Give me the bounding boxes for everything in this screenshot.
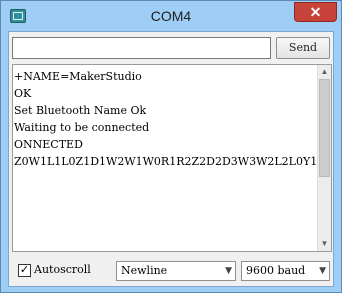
scroll-thumb[interactable] xyxy=(319,79,330,177)
output-line: ONNECTED xyxy=(14,138,83,151)
close-button[interactable]: ✕ xyxy=(294,2,337,22)
autoscroll-label: Autoscroll xyxy=(34,263,91,276)
baud-rate-select[interactable]: 9600 baud ▼ xyxy=(241,261,330,281)
send-button[interactable]: Send xyxy=(276,37,330,59)
serial-monitor-window: COM4 ✕ Send +NAME=MakerStudio OK Set Blu… xyxy=(0,0,342,293)
output-lines: +NAME=MakerStudio OK Set Bluetooth Name … xyxy=(13,65,318,251)
baud-rate-value: 9600 baud xyxy=(246,264,306,277)
send-input[interactable] xyxy=(12,37,271,59)
chevron-down-icon: ▼ xyxy=(225,266,232,276)
serial-monitor-client: Send +NAME=MakerStudio OK Set Bluetooth … xyxy=(8,31,334,287)
autoscroll-checkbox[interactable]: ✓ xyxy=(18,264,31,277)
title-bar[interactable]: COM4 ✕ xyxy=(1,1,341,31)
output-line: Set Bluetooth Name Ok xyxy=(14,104,147,117)
scroll-down-icon[interactable]: ▼ xyxy=(318,237,331,251)
line-ending-value: Newline xyxy=(121,264,168,277)
line-ending-select[interactable]: Newline ▼ xyxy=(116,261,236,281)
output-line: Waiting to be connected xyxy=(14,121,150,134)
output-line: +NAME=MakerStudio xyxy=(14,70,142,83)
serial-output[interactable]: +NAME=MakerStudio OK Set Bluetooth Name … xyxy=(12,64,332,252)
output-line: Z0W1L1L0Z1D1W2W1W0R1R2Z2D2D3W3W2L2L0Y1U1… xyxy=(14,155,318,168)
window-title: COM4 xyxy=(150,8,192,24)
chevron-down-icon: ▼ xyxy=(319,266,326,276)
scroll-up-icon[interactable]: ▲ xyxy=(318,65,331,79)
vertical-scrollbar[interactable]: ▲ ▼ xyxy=(317,65,331,251)
output-line: OK xyxy=(14,87,32,100)
footer-bar: ✓ Autoscroll Newline ▼ 9600 baud ▼ xyxy=(9,258,333,284)
